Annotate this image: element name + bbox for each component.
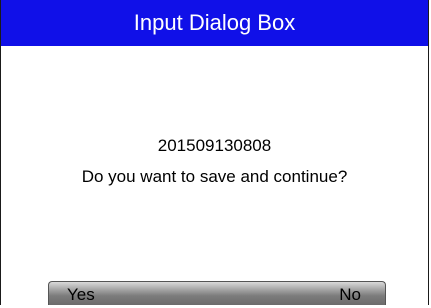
dialog-title: Input Dialog Box — [1, 0, 428, 46]
dialog-value: 201509130808 — [157, 136, 272, 155]
dialog-message-area: 201509130808 Do you want to save and con… — [1, 130, 428, 192]
input-dialog: Input Dialog Box 201509130808 Do you wan… — [0, 0, 429, 305]
yes-button[interactable]: Yes — [67, 282, 95, 306]
dialog-question: Do you want to save and continue? — [81, 167, 348, 186]
no-button[interactable]: No — [339, 282, 361, 306]
dialog-button-bar: Yes No — [48, 281, 386, 305]
